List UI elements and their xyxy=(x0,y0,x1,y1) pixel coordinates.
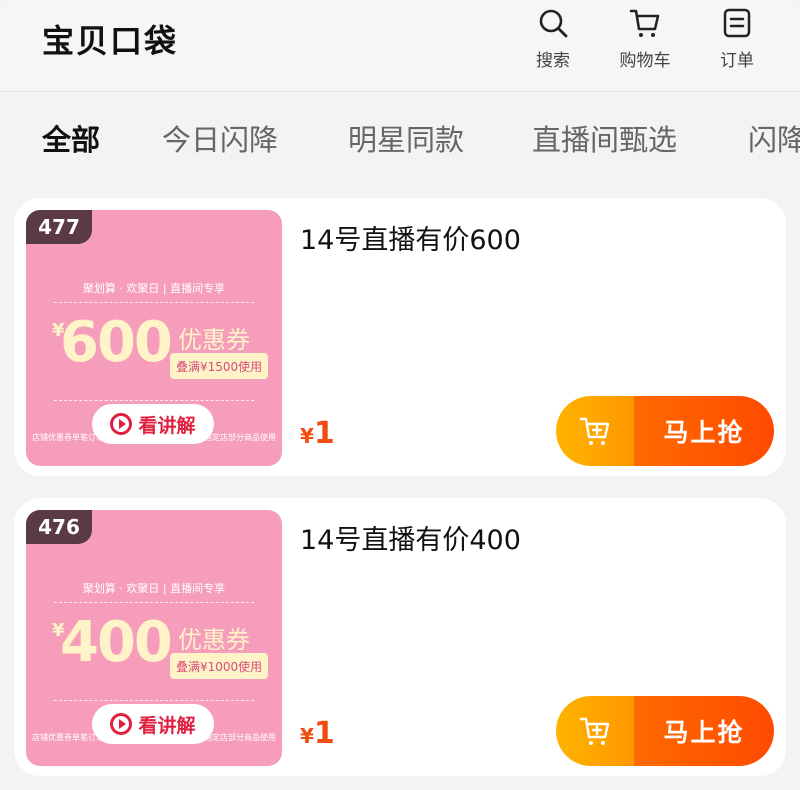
order-icon xyxy=(723,8,751,38)
promo-header: 聚划算 · 欢聚日 | 直播间专享 xyxy=(82,582,226,595)
cart-plus-icon xyxy=(579,717,610,745)
rank-badge: 477 xyxy=(26,210,92,244)
buy-now-button[interactable]: 马上抢 xyxy=(556,396,774,466)
watch-label: 看讲解 xyxy=(138,714,196,737)
coupon-label: 优惠券 xyxy=(178,326,250,354)
search-button[interactable]: 搜索 xyxy=(518,6,588,72)
coupon-amount: 600 xyxy=(60,310,173,375)
add-to-cart-button[interactable] xyxy=(556,696,634,766)
coupon-amount: 400 xyxy=(60,610,173,675)
coupon-label: 优惠券 xyxy=(178,626,250,654)
watch-explanation-button[interactable]: 看讲解 xyxy=(92,404,214,444)
fine-print-right: 指定店部分商品使用 xyxy=(204,433,276,442)
price-value: 1 xyxy=(313,716,335,751)
watch-explanation-button[interactable]: 看讲解 xyxy=(92,704,214,744)
divider xyxy=(54,700,254,701)
play-icon xyxy=(110,413,133,435)
rank-badge: 476 xyxy=(26,510,92,544)
fine-print-left: 店铺优惠券单笔订单 xyxy=(32,733,104,742)
product-title[interactable]: 14号直播有价400 xyxy=(300,518,521,557)
coupon-condition: 叠满¥1500使用 xyxy=(170,353,269,379)
tab-today-flash-drop[interactable]: 今日闪降 xyxy=(162,117,278,159)
add-to-cart-button[interactable] xyxy=(556,396,634,466)
fine-print-right: 指定店部分商品使用 xyxy=(204,733,276,742)
divider xyxy=(54,602,254,603)
fine-print-left: 店铺优惠券单笔订单 xyxy=(32,433,104,442)
order-button[interactable]: 订单 xyxy=(702,6,772,72)
price-symbol: ¥ xyxy=(300,424,314,448)
cart-plus-icon xyxy=(579,417,610,445)
product-price: ¥1 xyxy=(300,716,335,751)
cart-icon xyxy=(629,9,660,37)
buy-now-button[interactable]: 马上抢 xyxy=(556,696,774,766)
cart-label: 购物车 xyxy=(619,51,671,71)
category-tabs: 全部 今日闪降 明星同款 直播间甄选 闪降 xyxy=(0,93,800,185)
tab-flash-drop[interactable]: 闪降 xyxy=(748,117,800,159)
page-title: 宝贝口袋 xyxy=(42,22,179,60)
search-label: 搜索 xyxy=(536,51,570,71)
search-icon xyxy=(539,9,568,38)
product-thumbnail[interactable]: 477 聚划算 · 欢聚日 | 直播间专享 ¥ 600 优惠券 叠满¥1500使… xyxy=(26,210,282,466)
promo-header: 聚划算 · 欢聚日 | 直播间专享 xyxy=(82,282,226,295)
tab-celebrity-same[interactable]: 明星同款 xyxy=(348,117,464,159)
coupon-condition: 叠满¥1000使用 xyxy=(170,653,269,679)
product-title[interactable]: 14号直播有价600 xyxy=(300,218,521,257)
cart-button[interactable]: 购物车 xyxy=(610,6,680,72)
product-card[interactable]: 477 聚划算 · 欢聚日 | 直播间专享 ¥ 600 优惠券 叠满¥1500使… xyxy=(14,198,786,476)
product-price: ¥1 xyxy=(300,416,335,451)
order-label: 订单 xyxy=(720,51,754,71)
header: 宝贝口袋 搜索 购物车 订单 xyxy=(0,0,800,92)
tab-live-selection[interactable]: 直播间甄选 xyxy=(532,117,677,159)
grab-now-label[interactable]: 马上抢 xyxy=(634,696,774,766)
price-value: 1 xyxy=(313,416,335,451)
tab-all[interactable]: 全部 xyxy=(42,117,100,159)
price-symbol: ¥ xyxy=(300,724,314,748)
grab-now-label[interactable]: 马上抢 xyxy=(634,396,774,466)
watch-label: 看讲解 xyxy=(138,414,196,437)
divider xyxy=(54,302,254,303)
product-card[interactable]: 476 聚划算 · 欢聚日 | 直播间专享 ¥ 400 优惠券 叠满¥1000使… xyxy=(14,498,786,776)
live-shopping-bag-page: 宝贝口袋 搜索 购物车 订单 全部 今日闪降 明星同款 直播间甄选 闪降 477… xyxy=(0,0,800,790)
product-thumbnail[interactable]: 476 聚划算 · 欢聚日 | 直播间专享 ¥ 400 优惠券 叠满¥1000使… xyxy=(26,510,282,766)
divider xyxy=(54,400,254,401)
play-icon xyxy=(110,713,133,735)
